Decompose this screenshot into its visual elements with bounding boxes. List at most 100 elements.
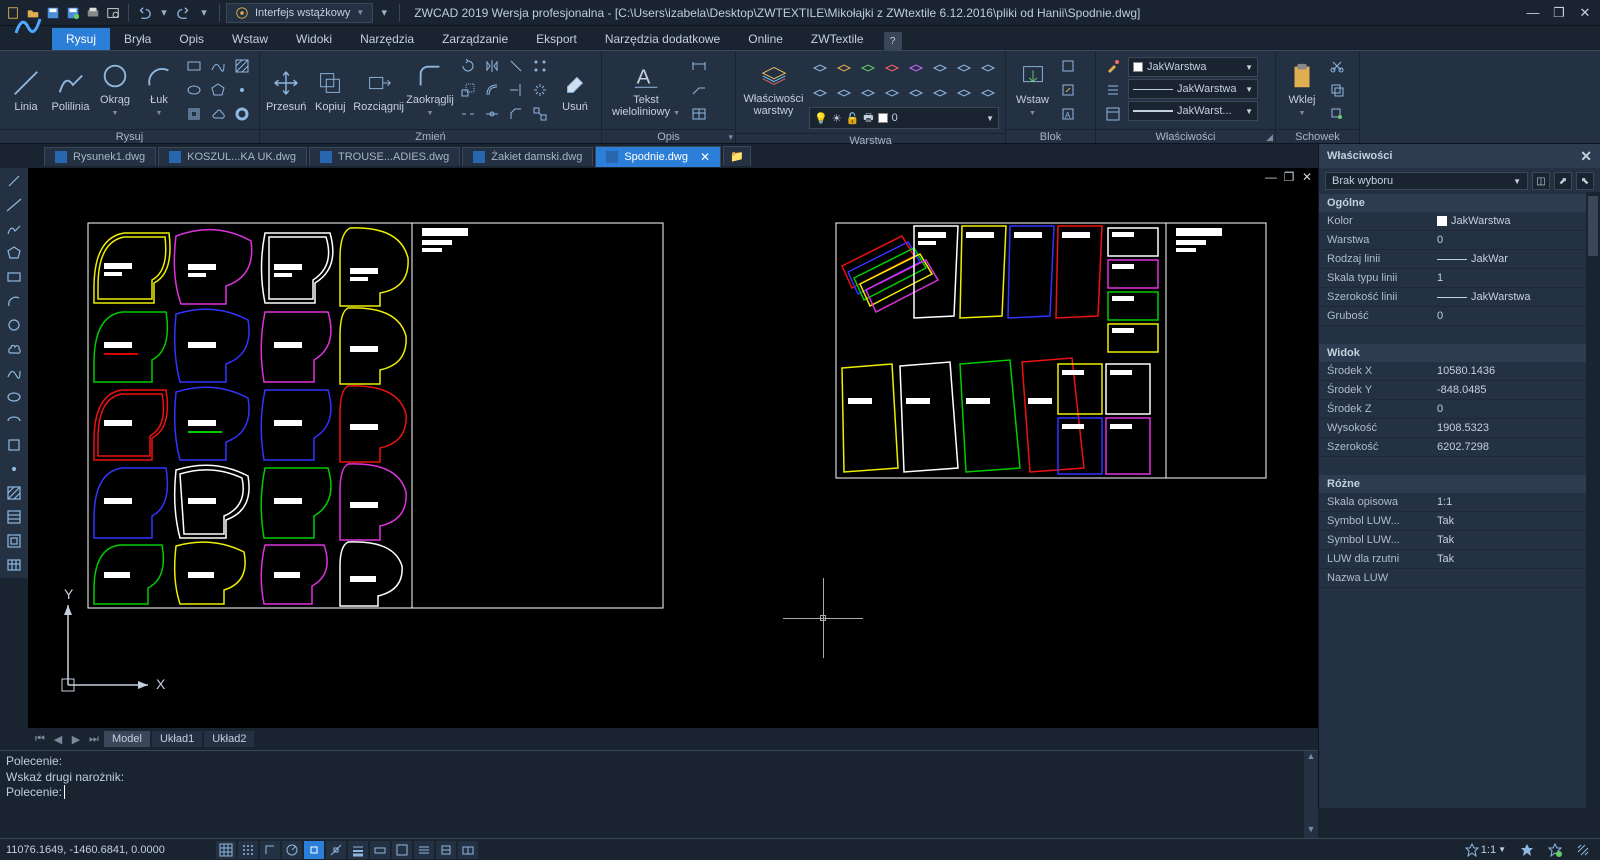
line-button[interactable]: Linia: [6, 65, 46, 115]
otrack-icon[interactable]: [326, 841, 346, 859]
quickselect-icon[interactable]: ◫: [1532, 172, 1550, 190]
layer-sm-4[interactable]: [881, 57, 903, 79]
block-attr-icon[interactable]: A: [1057, 103, 1079, 125]
property-row[interactable]: Szerokość6202.7298: [1319, 438, 1600, 457]
tb-hatch-icon[interactable]: [2, 482, 26, 504]
explode-icon[interactable]: [529, 79, 551, 101]
restore-button[interactable]: ❐: [1548, 3, 1570, 23]
layer-sm-16[interactable]: [977, 82, 999, 104]
snap-grid-icon[interactable]: [216, 841, 236, 859]
color-dropdown[interactable]: JakWarstwa▼: [1128, 57, 1258, 77]
status-extra2-icon[interactable]: [458, 841, 478, 859]
scale-icon[interactable]: [457, 79, 479, 101]
annoscale-vis-icon[interactable]: [1516, 843, 1538, 857]
rect-icon[interactable]: [183, 55, 205, 77]
undo-icon[interactable]: [135, 4, 153, 22]
extend-icon[interactable]: [505, 79, 527, 101]
property-row[interactable]: Środek X10580.1436: [1319, 362, 1600, 381]
tb-polygon-icon[interactable]: [2, 242, 26, 264]
hatch-icon[interactable]: [231, 55, 253, 77]
tb-ellipse-icon[interactable]: [2, 386, 26, 408]
tb-spline-icon[interactable]: [2, 362, 26, 384]
annotation-scale[interactable]: 1:1▼: [1461, 843, 1510, 857]
layout-tab-układ2[interactable]: Układ2: [204, 731, 254, 747]
props-panel-icon[interactable]: [1102, 103, 1124, 125]
section-misc[interactable]: Różne▾: [1319, 475, 1600, 493]
preview-icon[interactable]: [104, 4, 122, 22]
model-icon[interactable]: [392, 841, 412, 859]
property-row[interactable]: Symbol LUW... Tak: [1319, 531, 1600, 550]
layout-first-icon[interactable]: ⏮: [32, 731, 48, 747]
ribbon-tab-eksport[interactable]: Eksport: [522, 28, 591, 50]
document-tab[interactable]: Rysunek1.dwg: [44, 147, 156, 166]
list-icon[interactable]: [1102, 79, 1124, 101]
cycle-icon[interactable]: [414, 841, 434, 859]
copybase-icon[interactable]: [1326, 103, 1348, 125]
ribbon-tab-wstaw[interactable]: Wstaw: [218, 28, 282, 50]
tb-pline-icon[interactable]: [2, 218, 26, 240]
clean-screen-icon[interactable]: [1572, 843, 1594, 857]
tb-region-icon[interactable]: [2, 530, 26, 552]
document-tab[interactable]: Spodnie.dwg✕: [595, 146, 721, 167]
tb-line-icon[interactable]: [2, 170, 26, 192]
layer-sm-7[interactable]: [953, 57, 975, 79]
rotate-icon[interactable]: [457, 55, 479, 77]
layer-sm-11[interactable]: [857, 82, 879, 104]
property-row[interactable]: Skala opisowa1:1: [1319, 493, 1600, 512]
tb-arc-icon[interactable]: [2, 290, 26, 312]
layer-props-button[interactable]: Właściwościwarstwy: [742, 57, 805, 119]
document-tab[interactable]: KOSZUL...KA UK.dwg: [158, 147, 307, 166]
block-create-icon[interactable]: [1057, 55, 1079, 77]
layer-sm-6[interactable]: [929, 57, 951, 79]
fillet-button[interactable]: Zaokrąglij▼: [407, 58, 453, 122]
polygon-icon[interactable]: [207, 79, 229, 101]
circle-button[interactable]: Okrąg▼: [95, 58, 135, 122]
erase-button[interactable]: Usuń: [555, 65, 595, 115]
property-row[interactable]: Środek Y-848.0485: [1319, 381, 1600, 400]
property-row[interactable]: Skala typu linii1: [1319, 269, 1600, 288]
join-icon[interactable]: [481, 103, 503, 125]
layer-sm-9[interactable]: [809, 82, 831, 104]
mdi-minimize-icon[interactable]: —: [1264, 170, 1278, 184]
tb-xline-icon[interactable]: [2, 194, 26, 216]
insert-button[interactable]: Wstaw▼: [1012, 58, 1053, 122]
ribbon-tab-rysuj[interactable]: Rysuj: [52, 28, 110, 50]
region-icon[interactable]: [183, 103, 205, 125]
array-icon[interactable]: [529, 55, 551, 77]
layout-last-icon[interactable]: ⏭: [86, 731, 102, 747]
saveas-icon[interactable]: [64, 4, 82, 22]
annoscale-add-icon[interactable]: [1544, 843, 1566, 857]
property-row[interactable]: LUW dla rzutniTak: [1319, 550, 1600, 569]
new-document-tab[interactable]: 📁: [723, 146, 751, 166]
selectobj-icon[interactable]: ⬉: [1576, 172, 1594, 190]
drawing-canvas[interactable]: — ❐ ✕: [28, 168, 1318, 728]
offset-icon[interactable]: [481, 79, 503, 101]
break-icon[interactable]: [457, 103, 479, 125]
ribbon-tab-online[interactable]: Online: [734, 28, 797, 50]
osnap-icon[interactable]: [304, 841, 324, 859]
layer-sm-1[interactable]: [809, 57, 831, 79]
section-general[interactable]: Ogólne▾: [1319, 194, 1600, 212]
dyn-icon[interactable]: [370, 841, 390, 859]
selection-dropdown[interactable]: Brak wyboru▼: [1325, 172, 1528, 190]
coords-readout[interactable]: 11076.1649, -1460.6841, 0.0000: [6, 844, 206, 856]
layer-sm-14[interactable]: [929, 82, 951, 104]
layer-sm-13[interactable]: [905, 82, 927, 104]
dim-linear-icon[interactable]: [688, 55, 710, 77]
trim-icon[interactable]: [505, 55, 527, 77]
ribbon-tab-narzędzia[interactable]: Narzędzia: [346, 28, 428, 50]
tb-gradient-icon[interactable]: [2, 506, 26, 528]
property-row[interactable]: Grubość0: [1319, 307, 1600, 326]
cut-icon[interactable]: [1326, 55, 1348, 77]
layer-sm-3[interactable]: [857, 57, 879, 79]
property-row[interactable]: Symbol LUW...Tak: [1319, 512, 1600, 531]
minimize-button[interactable]: —: [1522, 3, 1544, 23]
ribbon-tab-narzędzia dodatkowe[interactable]: Narzędzia dodatkowe: [591, 28, 734, 50]
copy-clip-icon[interactable]: [1326, 79, 1348, 101]
workspace-dropdown[interactable]: Interfejs wstążkowy ▼: [226, 3, 373, 23]
layer-sm-10[interactable]: [833, 82, 855, 104]
point-icon[interactable]: [231, 79, 253, 101]
table-icon[interactable]: [688, 103, 710, 125]
qat-more-icon[interactable]: ▾: [375, 4, 393, 22]
mdi-close-icon[interactable]: ✕: [1300, 170, 1314, 184]
